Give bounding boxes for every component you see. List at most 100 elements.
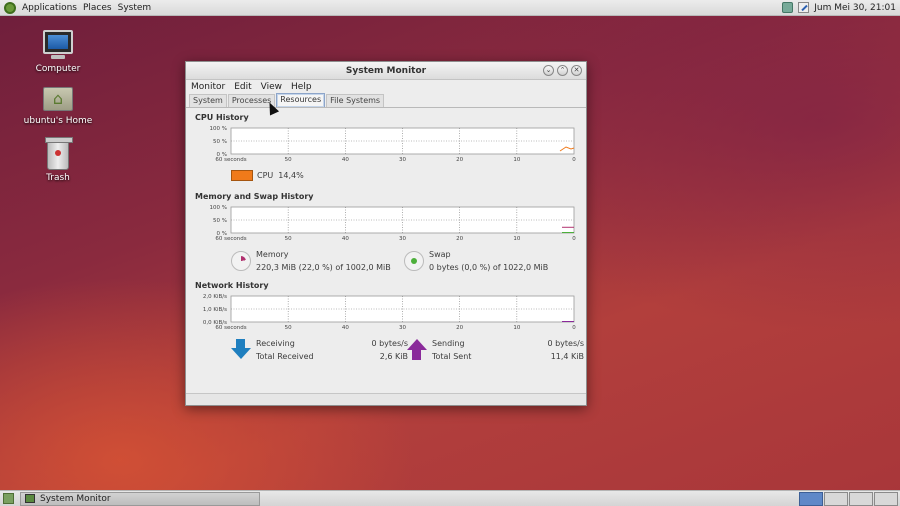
window-title: System Monitor: [345, 65, 427, 76]
menu-monitor[interactable]: Monitor: [191, 82, 225, 92]
x-tick-label: 20: [456, 157, 463, 162]
y-tick-label: 2,0 KiB/s: [203, 294, 227, 300]
x-tick-label: 20: [456, 236, 463, 241]
workspace-1[interactable]: [799, 491, 823, 506]
workspace-3[interactable]: [849, 491, 873, 506]
window-titlebar[interactable]: System Monitor ⌄ ⌃ ✕: [186, 62, 586, 80]
x-tick-label: 20: [456, 325, 463, 330]
y-tick-label: 1,0 KiB/s: [203, 307, 227, 313]
total-sent-label: Total Sent: [432, 352, 472, 361]
menu-places[interactable]: Places: [83, 3, 112, 13]
swap-value: 0 bytes (0,0 %) of 1022,0 MiB: [429, 263, 549, 272]
minimize-button[interactable]: ⌄: [543, 65, 554, 76]
upload-arrow-icon[interactable]: [407, 339, 427, 361]
x-tick-label: 10: [513, 236, 520, 241]
menu-applications[interactable]: Applications: [22, 3, 77, 13]
cpu-value: 14,4%: [278, 170, 304, 180]
workspace-2[interactable]: [824, 491, 848, 506]
menu-edit[interactable]: Edit: [234, 82, 251, 92]
x-tick-label: 0: [572, 236, 576, 241]
y-tick-label: 0 %: [217, 152, 227, 158]
memory-legend: Memory 220,3 MiB (22,0 %) of 1002,0 MiB …: [231, 247, 577, 275]
distro-logo-icon[interactable]: [4, 1, 16, 14]
computer-icon: [43, 30, 73, 59]
network-legend: Receiving 0 bytes/s Total Received 2,6 K…: [231, 336, 584, 364]
total-sent-value: 11,4 KiB: [550, 352, 584, 361]
network-history-title: Network History: [195, 281, 269, 290]
bottom-panel: System Monitor: [0, 490, 900, 506]
network-icon[interactable]: [782, 2, 794, 13]
receiving-legend-item: Receiving 0 bytes/s Total Received 2,6 K…: [231, 336, 408, 364]
total-received-label: Total Received: [256, 352, 314, 361]
maximize-button[interactable]: ⌃: [557, 65, 568, 76]
show-desktop-icon[interactable]: [3, 493, 14, 504]
cpu-legend: CPU 14,4%: [231, 168, 577, 182]
sending-value: 0 bytes/s: [547, 339, 584, 348]
cpu-history-title: CPU History: [195, 113, 249, 122]
desktop-icon-computer[interactable]: Computer: [18, 30, 98, 74]
menu-view[interactable]: View: [261, 82, 282, 92]
statusbar: [186, 393, 586, 405]
x-tick-label: 30: [399, 325, 406, 330]
desktop-icon-label: Computer: [35, 64, 81, 74]
swap-pie-icon[interactable]: [404, 251, 424, 271]
x-tick-label: 0: [572, 325, 576, 330]
x-tick-label: 30: [399, 157, 406, 162]
receiving-label: Receiving: [256, 339, 295, 348]
y-tick-label: 50 %: [213, 139, 227, 145]
workspace-4[interactable]: [874, 491, 898, 506]
text-editor-launcher-icon[interactable]: [798, 2, 810, 13]
home-folder-icon: [43, 87, 73, 111]
cpu-label: CPU: [257, 170, 274, 180]
memory-graph-svg: 60 seconds 50 40 30 20 10 0100 %50 %0 %: [210, 205, 577, 241]
close-button[interactable]: ✕: [571, 65, 582, 76]
cpu-color-swatch[interactable]: [231, 169, 253, 181]
x-tick-label: 30: [399, 236, 406, 241]
tab-bar: System Processes Resources File Systems: [186, 93, 586, 108]
menu-system[interactable]: System: [118, 3, 152, 13]
swap-label: Swap: [429, 250, 451, 259]
y-tick-label: 100 %: [210, 126, 227, 132]
trash-icon: [45, 137, 73, 170]
swap-legend-item: Swap 0 bytes (0,0 %) of 1022,0 MiB: [404, 247, 577, 275]
desktop-icon-home[interactable]: ubuntu's Home: [18, 87, 98, 126]
total-received-value: 2,6 KiB: [379, 352, 408, 361]
memory-graph: 60 seconds 50 40 30 20 10 0 100 % 50 % 0 %: [195, 205, 577, 241]
tab-system[interactable]: System: [189, 94, 227, 107]
y-tick-label: 0,0 KiB/s: [203, 320, 227, 326]
taskbar-button-label: System Monitor: [40, 493, 111, 504]
menubar: Monitor Edit View Help: [186, 80, 586, 94]
cpu-graph-svg: 60 seconds 50 40 30 20 10 0100 %50 %0 %: [210, 126, 577, 162]
desktop-icon-trash[interactable]: Trash: [18, 137, 98, 183]
memory-history-title: Memory and Swap History: [195, 192, 314, 201]
system-monitor-window: System Monitor ⌄ ⌃ ✕ Monitor Edit View H…: [185, 61, 587, 406]
memory-legend-item: Memory 220,3 MiB (22,0 %) of 1002,0 MiB: [231, 247, 404, 275]
sending-label: Sending: [432, 339, 465, 348]
x-tick-label: 50: [285, 157, 292, 162]
x-tick-label: 10: [513, 157, 520, 162]
memory-pie-icon[interactable]: [231, 251, 251, 271]
taskbar-button-system-monitor[interactable]: System Monitor: [20, 491, 260, 506]
desktop-icon-label: ubuntu's Home: [23, 116, 93, 126]
network-graph-svg: 60 seconds 50 40 30 20 10 02,0 KiB/s1,0 KiB/s0…: [203, 294, 576, 330]
clock[interactable]: Jum Mei 30, 21:01: [814, 3, 896, 13]
tab-resources[interactable]: Resources: [276, 93, 326, 107]
y-tick-label: 50 %: [213, 218, 227, 224]
x-tick-label: 40: [342, 325, 349, 330]
x-tick-label: 50: [285, 325, 292, 330]
workspace-switcher: [798, 491, 898, 506]
y-tick-label: 0 %: [217, 231, 227, 237]
network-graph: 60 seconds 50 40 30 20 10 0 2,0 KiB/s 1,0 KiB/s 0…: [195, 294, 577, 330]
menu-help[interactable]: Help: [291, 82, 312, 92]
system-monitor-icon: [25, 494, 35, 503]
top-panel: Applications Places System Jum Mei 30, 2…: [0, 0, 900, 16]
system-tray: Jum Mei 30, 21:01: [782, 2, 900, 13]
cpu-graph: 60 seconds 50 40 30 20 10 0 100 % 50 % 0 %: [195, 126, 577, 162]
x-tick-label: 0: [572, 157, 576, 162]
x-tick-label: 50: [285, 236, 292, 241]
download-arrow-icon[interactable]: [231, 339, 251, 361]
x-tick-label: 40: [342, 157, 349, 162]
desktop-icon-label: Trash: [46, 173, 70, 183]
memory-label: Memory: [256, 250, 289, 259]
tab-file-systems[interactable]: File Systems: [326, 94, 385, 107]
